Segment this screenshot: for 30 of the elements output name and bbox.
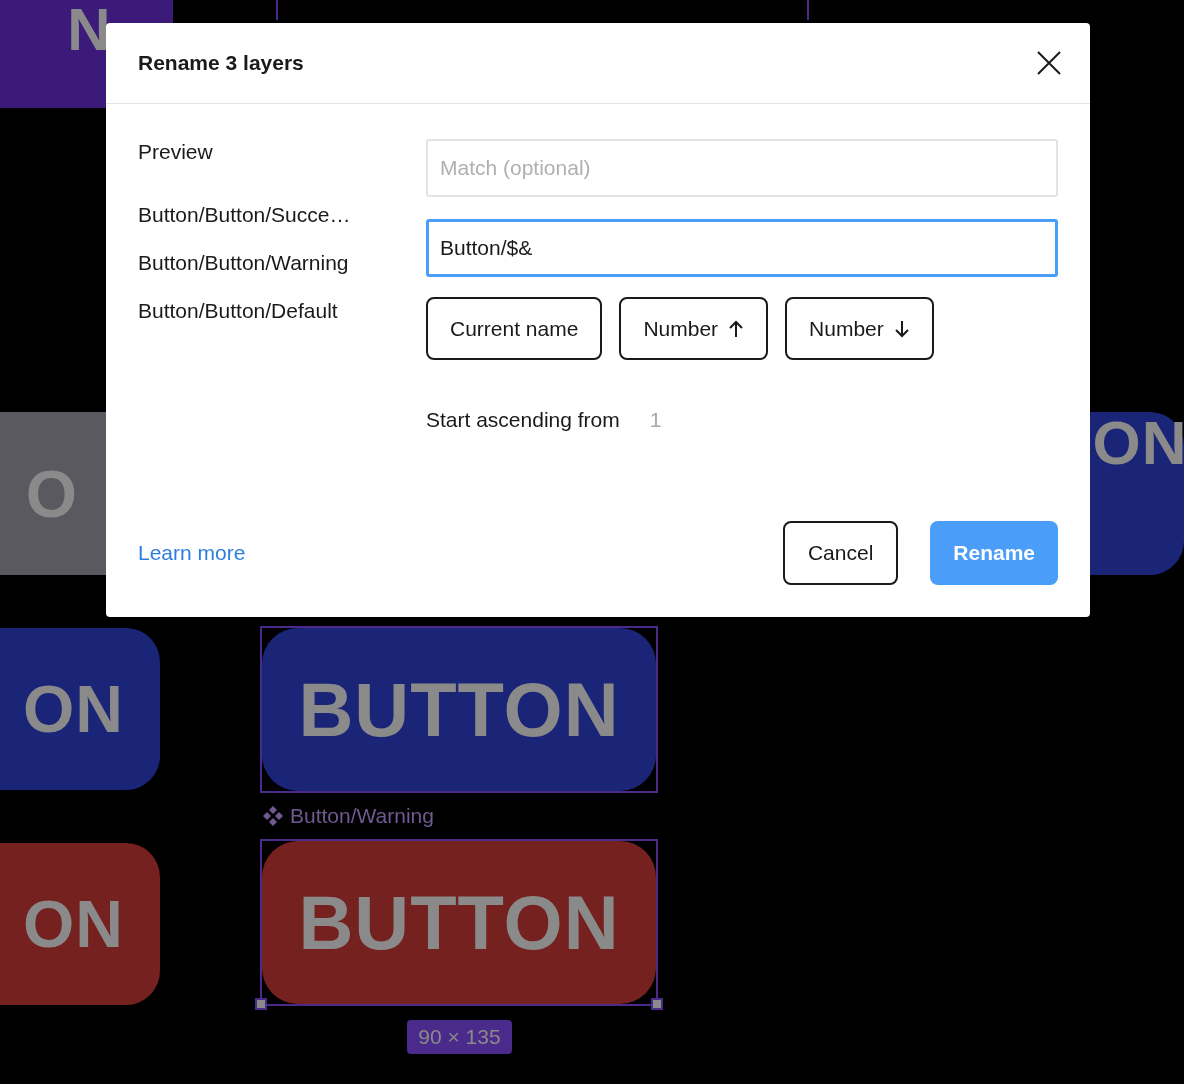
button-label: ON xyxy=(23,676,124,742)
preview-name: Button/Button/Warning xyxy=(138,250,350,276)
size-badge: 90 × 135 xyxy=(407,1020,512,1054)
frame-edge xyxy=(807,0,809,20)
rename-field[interactable]: Button/$& xyxy=(426,219,1058,277)
token-button[interactable]: Current name xyxy=(426,297,603,360)
resize-handle[interactable] xyxy=(651,998,663,1010)
learn-more-link[interactable]: Learn more xyxy=(138,541,246,565)
button-label: ON xyxy=(1092,412,1184,474)
token-button[interactable]: Number xyxy=(785,297,934,360)
cancel-button[interactable]: Cancel xyxy=(782,521,899,585)
start-label: Start ascending from xyxy=(426,408,620,432)
button-label: BUTTON xyxy=(298,884,620,961)
button-label: BUTTON xyxy=(298,671,620,748)
close-button[interactable] xyxy=(1036,50,1062,76)
arrow-up-icon xyxy=(728,319,745,338)
dialog-title: Rename 3 layers xyxy=(138,51,304,75)
token-button[interactable]: Number xyxy=(619,297,769,360)
preview-name: Button/Button/Default xyxy=(138,298,339,324)
match-field[interactable]: Match (optional) xyxy=(426,139,1058,197)
component-icon xyxy=(262,805,284,827)
button-label: ON xyxy=(23,891,124,957)
preview-label: Preview xyxy=(138,139,214,165)
preview-name: Button/Button/Succe… xyxy=(138,202,352,228)
layer-name: Button/Warning xyxy=(290,804,434,828)
arrow-down-icon xyxy=(893,319,910,338)
resize-handle[interactable] xyxy=(255,998,267,1010)
button-label: N xyxy=(67,0,112,60)
frame-edge xyxy=(276,0,278,20)
close-icon xyxy=(1036,50,1062,76)
